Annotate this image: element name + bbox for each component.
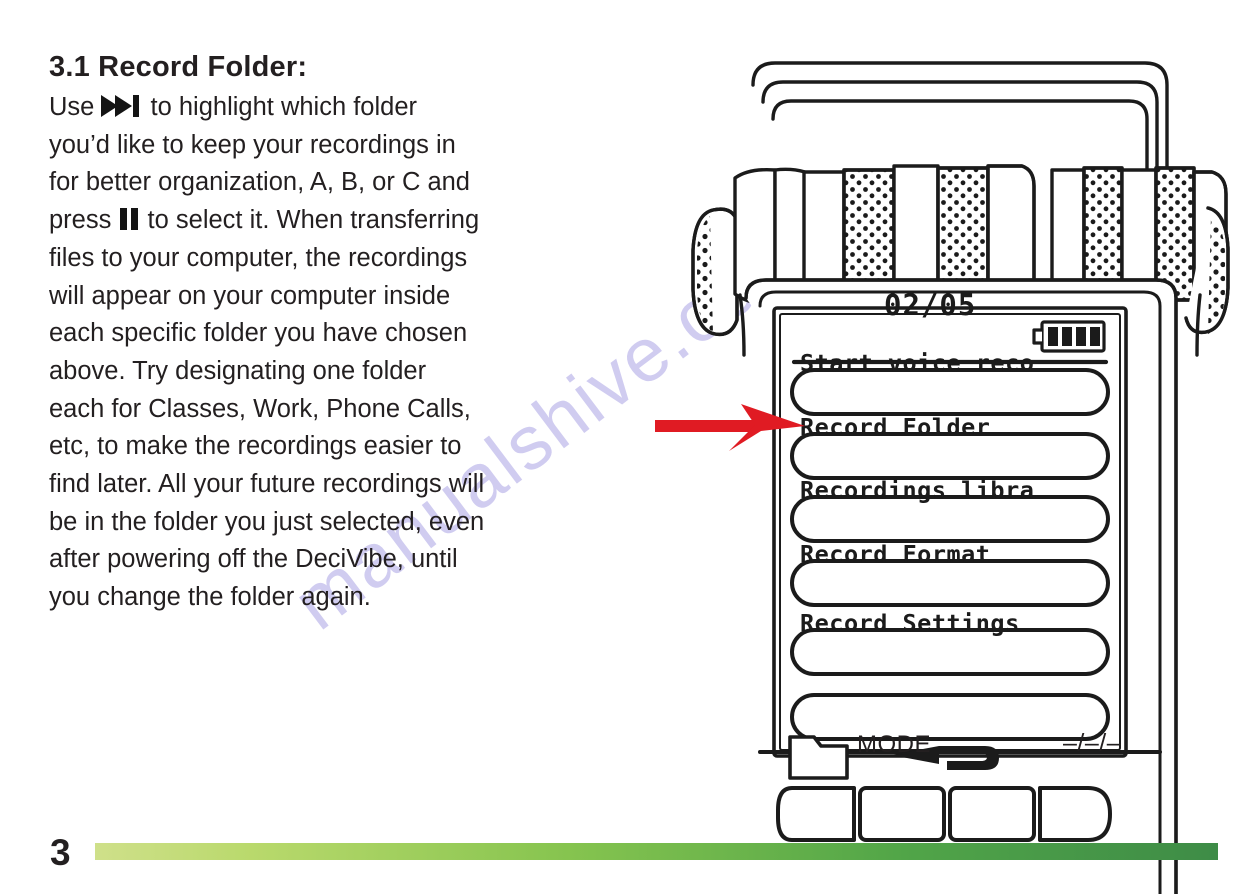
menu-item-record-folder[interactable]: Record Folder	[800, 413, 990, 441]
body-line: each for Classes, Work, Phone Calls,	[49, 394, 471, 423]
section-heading: 3.1 Record Folder:	[49, 51, 308, 83]
body-line-text: Use	[49, 93, 102, 121]
body-line: for better organization, A, B, or C and	[49, 168, 470, 197]
menu-item-record-settings[interactable]: Record Settings	[800, 609, 1020, 637]
body-line-text: to highlight which folder	[143, 93, 418, 121]
body-line: find later. All your future recordings w…	[49, 470, 485, 499]
body-line: each specific folder you have chosen	[49, 319, 468, 348]
section-body: Use to highlight which folder you’d like…	[49, 89, 569, 617]
menu-item-start-voice-reco[interactable]: Start voice reco	[800, 349, 1034, 377]
screen-status-counter: 02/05	[884, 288, 977, 322]
article-text-column: 3.1 Record Folder: Use to highlight whic…	[49, 50, 569, 617]
footer-accent-bar	[95, 843, 1218, 860]
next-track-icon	[101, 95, 143, 117]
body-line: etc, to make the recordings easier to	[49, 432, 462, 461]
device-illustration	[680, 30, 1240, 894]
softkey-label-dashes: –/–/–	[1063, 729, 1122, 757]
body-line: files to your computer, the recordings	[49, 243, 468, 272]
body-line: press to select it. When transferring	[49, 202, 569, 240]
body-line: be in the folder you just selected, even	[49, 507, 485, 536]
body-line: will appear on your computer inside	[49, 281, 451, 310]
body-line-text: to select it. When transferring	[140, 206, 480, 235]
body-line: after powering off the DeciVibe, until	[49, 545, 458, 574]
softkey-label-mode: MODE	[857, 731, 931, 758]
page-number: 3	[50, 832, 71, 873]
body-line: above. Try designating one folder	[49, 356, 427, 385]
pause-icon	[118, 208, 140, 231]
red-arrow-icon	[655, 398, 815, 461]
body-line: Use to highlight which folder	[49, 89, 569, 127]
menu-item-record-format[interactable]: Record Format	[800, 540, 990, 568]
body-line: you change the folder again.	[49, 583, 371, 612]
body-line: you’d like to keep your recordings in	[49, 130, 456, 159]
menu-item-recordings-library[interactable]: Recordings libra	[800, 476, 1034, 504]
body-line-text: press	[49, 206, 119, 235]
